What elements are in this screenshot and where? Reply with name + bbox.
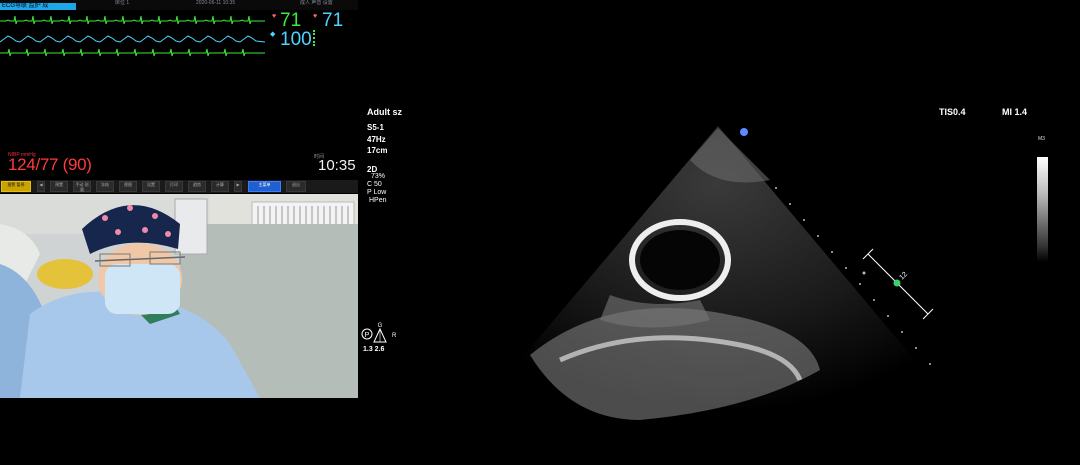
operating-room-camera-feed [0,194,358,398]
toolbar-next-icon[interactable]: ▶ [234,181,242,192]
manual-measure-button[interactable]: 手动 测量 [73,181,91,192]
toolbar-prev-icon[interactable]: ◀ [37,181,45,192]
patient-monitor-panel: ECG导联 监护 成 床位 1 2020-06-11 10:35 成人 声音 设… [0,0,358,398]
exit-button[interactable]: 退出 [286,181,306,192]
power-label: P Low [367,189,387,196]
ultrasound-sector-image: 12 [520,126,934,420]
harmonic-label: HPen [369,197,387,204]
view-button[interactable]: 视图 [119,181,137,192]
ecg-wave-lead-2 [0,48,265,57]
spo2-pleth-wave [0,35,266,43]
calc-button[interactable]: 计算 [211,181,229,192]
spo2-value: 100 [280,29,312,50]
grayscale-bar [1037,157,1048,262]
compress-label: C 50 [367,181,382,188]
probe-label: S5-1 [367,123,384,132]
patient-tag[interactable]: ECG导联 监护 成 [0,3,76,10]
trends-button[interactable]: 趋势 [188,181,206,192]
camera-scene [0,194,358,398]
signal-quality-icon [313,30,323,46]
ecg-wave-lead-1 [0,15,265,25]
orientation-r: R [392,333,397,339]
spo2-icon: ◆ [270,31,276,38]
pulse-icon: ♥ [313,13,318,20]
orientation-graph-icon: P G R [361,323,397,343]
waveform-area [0,15,266,57]
depth-measurement-caliper[interactable]: 12 [862,248,934,320]
bed-label: 床位 1 [115,0,130,6]
pulse-value: 71 [322,10,344,31]
depth-label: 17cm [367,146,388,155]
print-button[interactable]: 打印 [165,181,183,192]
graph-values: 1.3 2.6 [363,346,385,353]
preset-button[interactable]: 预置 [50,181,68,192]
gain-label: 73% [371,173,386,180]
orientation-p: P [365,332,370,339]
alarm-pause-button[interactable]: 报警 暂停 [1,181,31,192]
caliper-label: 12 [898,271,909,282]
monitor-top-bar: ECG导联 监护 成 床位 1 2020-06-11 10:35 成人 声音 设… [0,0,358,10]
date-time-label: 2020-06-11 10:35 [196,0,236,6]
hr-value: 71 [280,10,302,31]
orientation-g: G [378,323,383,329]
aortic-lumen [640,230,720,290]
mi-label: MI 1.4 [1002,107,1028,117]
nibp-value: 124/77 (90) [8,155,92,174]
preset-label: Adult sz [367,107,402,117]
clock: 10:35 [318,157,356,174]
freeze-button[interactable]: 冻结 [96,181,114,192]
settings-label[interactable]: 成人 声音 设置 [300,0,333,6]
monitor-toolbar: 报警 暂停 ◀ 预置 手动 测量 冻结 视图 设置 打印 趋势 计算 ▶ 主菜单… [0,180,358,193]
settings-button[interactable]: 设置 [142,181,160,192]
main-menu-button[interactable]: 主菜单 [248,181,281,192]
orientation-marker-icon [740,128,748,136]
grayscale-map-label: M3 [1038,136,1045,142]
tis-label: TIS0.4 [939,107,966,117]
heart-icon: ♥ [272,13,277,20]
frame-rate-label: 47Hz [367,135,386,144]
